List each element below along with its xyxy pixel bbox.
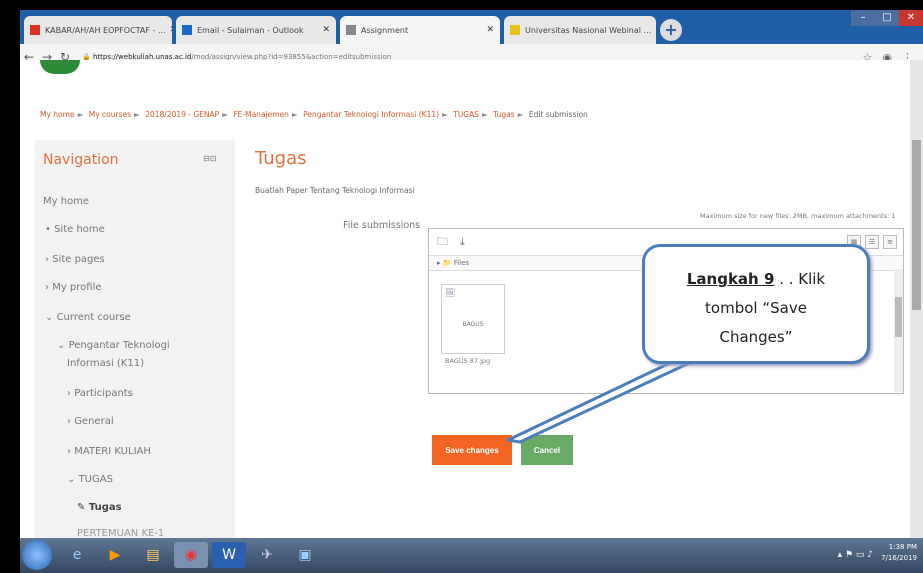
callout-line3: Changes” bbox=[719, 328, 793, 346]
chrome-icon[interactable]: ◉ bbox=[174, 542, 208, 568]
tray-icons[interactable]: ▴ ⚑ ▭ ♪ bbox=[838, 550, 873, 560]
app-icon[interactable]: ▣ bbox=[288, 542, 322, 568]
taskbar: e ▶ ▤ ◉ W ✈ ▣ ▴ ⚑ ▭ ♪ 1:38 PM 7/16/2019 bbox=[20, 538, 923, 573]
instruction-callout: Langkah 9 . . Klik tombol “Save Changes” bbox=[642, 244, 870, 364]
start-button[interactable] bbox=[22, 540, 52, 570]
clock[interactable]: 1:38 PM 7/16/2019 bbox=[881, 542, 917, 564]
word-icon[interactable]: W bbox=[212, 542, 246, 568]
callout-line1: . . Klik bbox=[779, 270, 826, 288]
callout-line2: tombol “Save bbox=[705, 299, 807, 317]
ie-icon[interactable]: e bbox=[60, 542, 94, 568]
callout-step: Langkah 9 bbox=[686, 270, 775, 288]
screen: KABAR/AH/AH EOPFOCTAF - ... ✕ Email - Su… bbox=[0, 0, 923, 573]
explorer-icon[interactable]: ▤ bbox=[136, 542, 170, 568]
clock-date: 7/16/2019 bbox=[881, 554, 917, 562]
clock-time: 1:38 PM bbox=[888, 543, 917, 551]
media-player-icon[interactable]: ▶ bbox=[98, 542, 132, 568]
bird-icon[interactable]: ✈ bbox=[250, 542, 284, 568]
